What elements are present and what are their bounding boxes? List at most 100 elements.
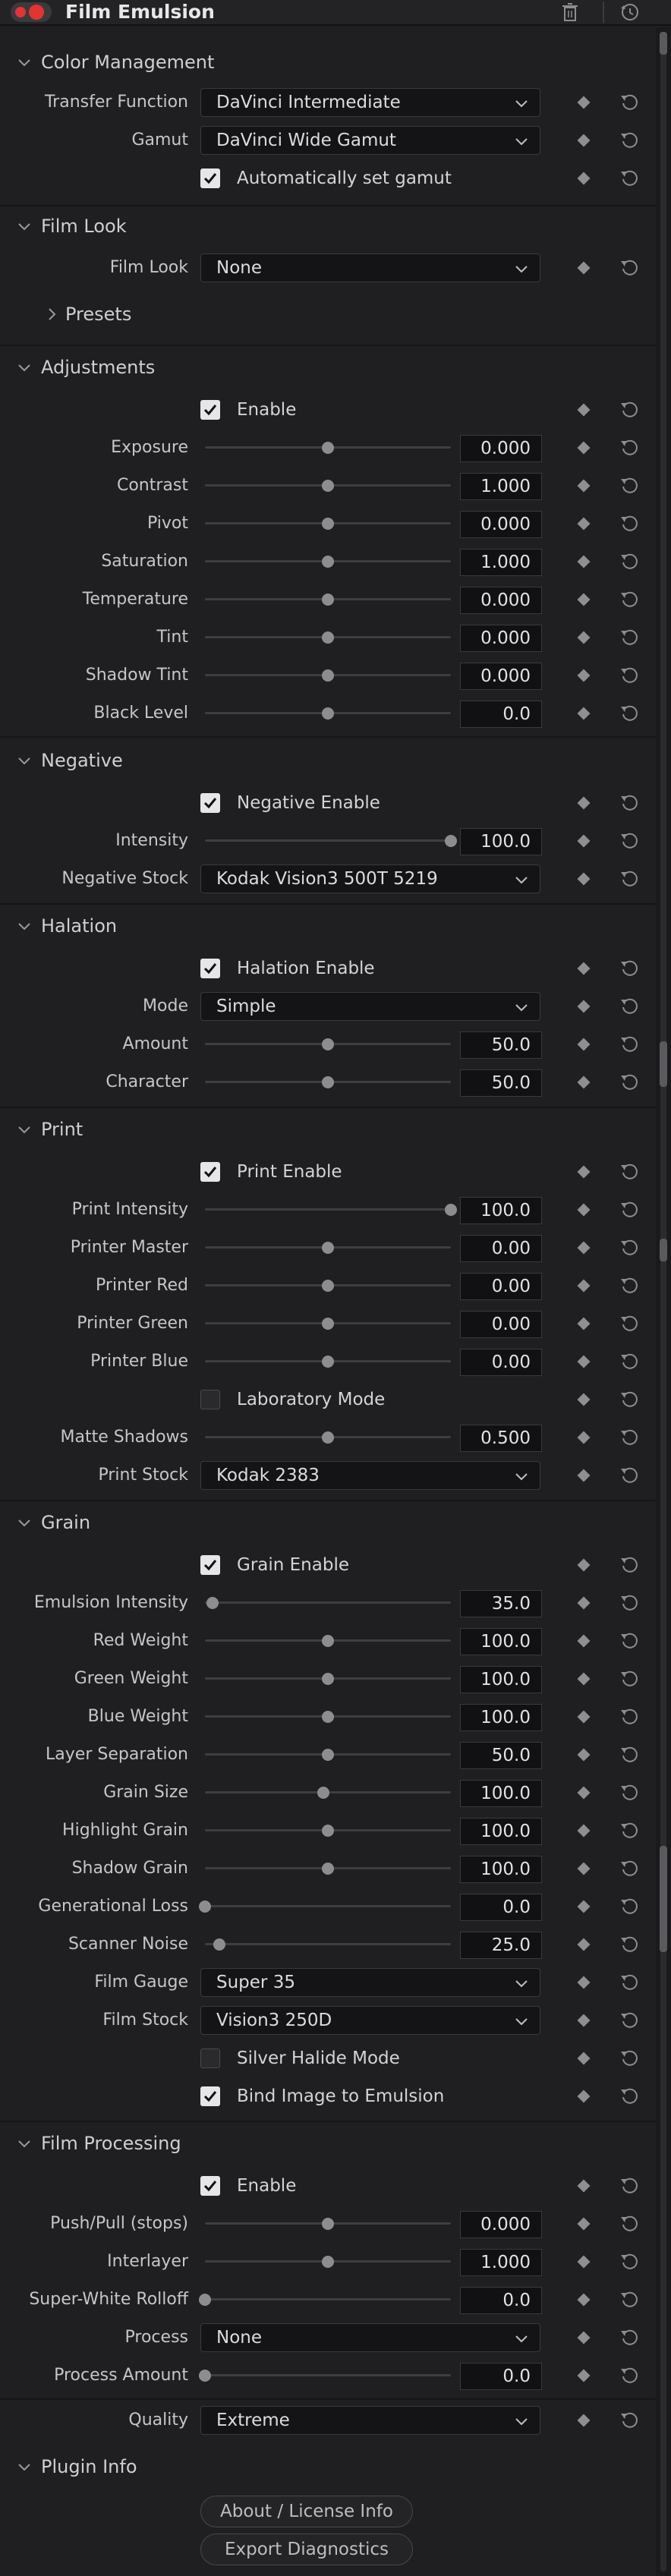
matte-shadows-value-field[interactable]: 0.500 — [460, 1425, 542, 1452]
keyframe-icon[interactable] — [577, 1748, 591, 1762]
reset-icon[interactable] — [619, 666, 639, 685]
slider-thumb[interactable] — [206, 1597, 219, 1609]
grain-size-slider[interactable] — [200, 1787, 451, 1799]
keyframe-icon[interactable] — [577, 2089, 591, 2103]
halation-enable-checkbox[interactable] — [200, 959, 220, 978]
slider-thumb[interactable] — [322, 1635, 334, 1647]
group-grain[interactable]: Grain — [0, 1504, 656, 1542]
keyframe-icon[interactable] — [577, 1558, 591, 1572]
green-weight-slider[interactable] — [200, 1673, 451, 1685]
printer-green-value-field[interactable]: 0.00 — [460, 1311, 542, 1338]
amount-value-field[interactable]: 50.0 — [460, 1031, 542, 1059]
keyframe-icon[interactable] — [577, 403, 591, 417]
reset-icon[interactable] — [619, 1631, 639, 1651]
pivot-value-field[interactable]: 0.000 — [460, 511, 542, 538]
reset-icon[interactable] — [619, 1162, 639, 1182]
reset-icon[interactable] — [619, 1897, 639, 1916]
keyframe-icon[interactable] — [577, 2179, 591, 2193]
mode-dropdown[interactable]: Simple — [200, 992, 540, 1021]
shadow-tint-slider[interactable] — [200, 669, 451, 682]
trash-icon[interactable] — [560, 2, 580, 23]
keyframe-icon[interactable] — [577, 1938, 591, 1951]
reset-icon[interactable] — [619, 704, 639, 723]
keyframe-icon[interactable] — [577, 1165, 591, 1179]
layer-separation-slider[interactable] — [200, 1749, 451, 1761]
slider-thumb[interactable] — [322, 1242, 334, 1254]
group-color-management[interactable]: Color Management — [0, 44, 656, 82]
keyframe-icon[interactable] — [577, 1241, 591, 1255]
contrast-slider[interactable] — [200, 480, 451, 492]
about-license-button[interactable]: About / License Info — [200, 2496, 413, 2527]
keyframe-icon[interactable] — [577, 707, 591, 720]
keyframe-icon[interactable] — [577, 1431, 591, 1444]
processing-enable-checkbox[interactable] — [200, 2176, 220, 2196]
reset-icon[interactable] — [619, 1593, 639, 1613]
slider-thumb[interactable] — [322, 556, 334, 568]
slider-thumb[interactable] — [322, 707, 334, 720]
reset-icon[interactable] — [619, 1072, 639, 1092]
keyframe-icon[interactable] — [577, 479, 591, 493]
group-plugin-info[interactable]: Plugin Info — [0, 2448, 656, 2486]
slider-thumb[interactable] — [322, 631, 334, 644]
layer-separation-value-field[interactable]: 50.0 — [460, 1742, 542, 1769]
reset-icon[interactable] — [619, 1428, 639, 1447]
green-weight-value-field[interactable]: 100.0 — [460, 1666, 542, 1693]
keyframe-icon[interactable] — [577, 1634, 591, 1648]
shadow-grain-slider[interactable] — [200, 1863, 451, 1875]
generational-loss-slider[interactable] — [199, 1901, 451, 1913]
keyframe-icon[interactable] — [577, 1976, 591, 1989]
tint-value-field[interactable]: 0.000 — [460, 625, 542, 652]
keyframe-icon[interactable] — [577, 1900, 591, 1913]
slider-thumb[interactable] — [322, 1711, 334, 1723]
exposure-slider[interactable] — [200, 442, 451, 454]
reset-icon[interactable] — [619, 400, 639, 420]
keyframe-icon[interactable] — [577, 631, 591, 644]
slider-thumb[interactable] — [445, 835, 457, 847]
slider-thumb[interactable] — [322, 1863, 334, 1875]
process-amount-slider[interactable] — [199, 2370, 451, 2382]
reset-icon[interactable] — [619, 1859, 639, 1878]
reset-icon[interactable] — [619, 869, 639, 889]
group-negative[interactable]: Negative — [0, 742, 656, 780]
keyframe-icon[interactable] — [577, 261, 591, 275]
negative-enable-checkbox[interactable] — [200, 793, 220, 813]
reset-icon[interactable] — [619, 168, 639, 188]
reset-icon[interactable] — [619, 1034, 639, 1054]
keyframe-icon[interactable] — [577, 1469, 591, 1482]
blue-weight-value-field[interactable]: 100.0 — [460, 1704, 542, 1731]
reset-icon[interactable] — [619, 476, 639, 496]
keyframe-icon[interactable] — [577, 2331, 591, 2345]
slider-thumb[interactable] — [322, 1038, 334, 1050]
print-intensity-value-field[interactable]: 100.0 — [460, 1197, 542, 1224]
group-halation[interactable]: Halation — [0, 908, 656, 946]
group-film-processing[interactable]: Film Processing — [0, 2125, 656, 2163]
printer-red-slider[interactable] — [200, 1280, 451, 1292]
reset-icon[interactable] — [619, 997, 639, 1016]
keyframe-icon[interactable] — [577, 669, 591, 682]
slider-thumb[interactable] — [322, 442, 334, 454]
reset-icon[interactable] — [619, 1238, 639, 1258]
keyframe-icon[interactable] — [577, 555, 591, 568]
keyframe-icon[interactable] — [577, 1317, 591, 1331]
keyframe-icon[interactable] — [577, 517, 591, 531]
slider-thumb[interactable] — [322, 1825, 334, 1837]
red-weight-value-field[interactable]: 100.0 — [460, 1628, 542, 1655]
panel-scrollbar[interactable] — [656, 27, 671, 2576]
group-presets[interactable]: Presets — [0, 296, 656, 334]
reset-icon[interactable] — [619, 514, 639, 534]
temperature-slider[interactable] — [200, 594, 451, 606]
transfer-function-dropdown[interactable]: DaVinci Intermediate — [200, 88, 540, 117]
reset-all-icon[interactable] — [618, 1, 641, 24]
reset-icon[interactable] — [619, 1276, 639, 1296]
reset-icon[interactable] — [619, 1352, 639, 1371]
printer-green-slider[interactable] — [200, 1318, 451, 1330]
reset-icon[interactable] — [619, 2176, 639, 2196]
amount-slider[interactable] — [200, 1038, 451, 1050]
effect-enable-toggle[interactable] — [11, 2, 52, 22]
process-dropdown[interactable]: None — [200, 2323, 540, 2352]
character-slider[interactable] — [200, 1076, 451, 1088]
negative-stock-dropdown[interactable]: Kodak Vision3 500T 5219 — [200, 864, 540, 893]
keyframe-icon[interactable] — [577, 1075, 591, 1089]
reset-icon[interactable] — [619, 1390, 639, 1409]
reset-icon[interactable] — [619, 2011, 639, 2030]
